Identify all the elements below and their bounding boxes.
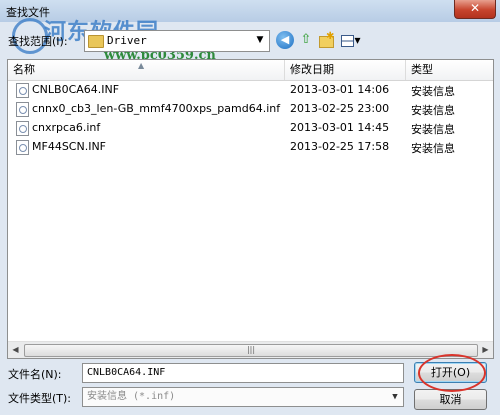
new-folder-star: ✱ (326, 31, 335, 42)
filetype-label: 文件类型(T): (8, 392, 72, 405)
filetype-select[interactable]: 安装信息 (*.inf) ▼ (82, 387, 404, 407)
filename-input[interactable]: CNLB0CA64.INF (82, 363, 404, 383)
inf-file-icon (16, 83, 29, 98)
horizontal-scrollbar[interactable]: ◀ ||| ▶ (8, 341, 493, 358)
view-grid-icon (341, 34, 355, 47)
new-folder-button[interactable]: ✱ (318, 31, 334, 49)
file-type: 安装信息 (411, 123, 455, 136)
file-row[interactable]: cnxrpca6.inf 2013-03-01 14:45 安装信息 (8, 119, 493, 138)
sort-arrow-icon: ▲ (138, 61, 145, 70)
chevron-down-icon[interactable]: ▼ (253, 33, 267, 47)
column-header-date[interactable]: 修改日期 (285, 60, 406, 80)
file-type: 安装信息 (411, 104, 455, 117)
list-header: 名称 ▲ 修改日期 类型 (8, 60, 493, 81)
file-row[interactable]: CNLB0CA64.INF 2013-03-01 14:06 安装信息 (8, 81, 493, 100)
back-button[interactable]: ◀ (276, 31, 294, 49)
lookin-value: Driver (107, 34, 147, 47)
file-type: 安装信息 (411, 142, 455, 155)
filename-label: 文件名(N): (8, 368, 62, 381)
inf-file-icon (16, 121, 29, 136)
scroll-thumb[interactable]: ||| (24, 344, 478, 357)
file-row[interactable]: MF44SCN.INF 2013-02-25 17:58 安装信息 (8, 138, 493, 157)
lookin-label: 查找范围(I): (8, 35, 68, 48)
file-date: 2013-03-01 14:45 (290, 121, 390, 134)
column-header-name[interactable]: 名称 ▲ (8, 60, 285, 80)
file-date: 2013-02-25 23:00 (290, 102, 390, 115)
up-folder-button[interactable]: ⇧ (298, 31, 314, 49)
file-name: MF44SCN.INF (32, 140, 107, 153)
scroll-right-button[interactable]: ▶ (478, 343, 493, 357)
file-list[interactable]: 名称 ▲ 修改日期 类型 CNLB0CA64.INF 2013-03-01 14… (7, 59, 494, 359)
file-name: cnnx0_cb3_len-GB_mmf4700xps_pamd64.inf (32, 102, 281, 115)
file-date: 2013-03-01 14:06 (290, 83, 390, 96)
column-name-label: 名称 (13, 63, 35, 76)
file-name: CNLB0CA64.INF (32, 83, 120, 96)
close-button[interactable]: ✕ (454, 0, 496, 19)
inf-file-icon (16, 102, 29, 117)
highlight-circle-annotation (418, 354, 486, 392)
folder-icon (88, 35, 104, 48)
lookin-combo[interactable]: Driver ▼ (84, 30, 270, 52)
file-date: 2013-02-25 17:58 (290, 140, 390, 153)
file-type: 安装信息 (411, 85, 455, 98)
column-header-type[interactable]: 类型 (406, 60, 493, 80)
find-file-dialog: 查找文件 ✕ 河东软件园 www.pc0359.cn 查找范围(I): Driv… (0, 0, 500, 415)
view-menu-button[interactable]: ▾ (340, 31, 362, 49)
scroll-left-button[interactable]: ◀ (8, 343, 23, 357)
filetype-value: 安装信息 (*.inf) (87, 391, 176, 402)
file-row[interactable]: cnnx0_cb3_len-GB_mmf4700xps_pamd64.inf 2… (8, 100, 493, 119)
chevron-down-icon[interactable]: ▼ (388, 389, 402, 405)
view-chevron-down-icon: ▾ (354, 33, 361, 47)
inf-file-icon (16, 140, 29, 155)
file-name: cnxrpca6.inf (32, 121, 101, 134)
cancel-button[interactable]: 取消 (414, 389, 487, 410)
